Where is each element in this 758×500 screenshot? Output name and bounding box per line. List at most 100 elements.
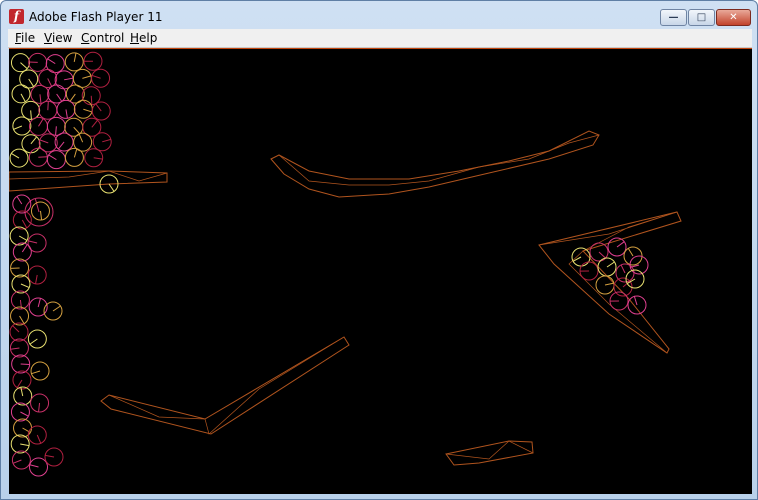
physics-ball-spoke	[52, 305, 61, 312]
physics-ball-spoke	[12, 459, 22, 464]
physics-ball-spoke	[93, 157, 103, 160]
physics-ball-spoke	[598, 251, 606, 259]
physics-ball-spoke	[13, 125, 23, 130]
physics-ball-spoke	[47, 78, 53, 87]
platform-curved-bowl-facets	[278, 134, 600, 186]
physics-ball-spoke	[69, 93, 76, 102]
minimize-button[interactable]: —	[660, 9, 687, 26]
physics-ball-spoke	[20, 411, 29, 417]
physics-ball-spoke	[78, 133, 84, 143]
physics-ball-spoke	[56, 93, 63, 102]
physics-ball-spoke	[38, 156, 48, 158]
menu-help[interactable]: Help	[130, 30, 157, 46]
physics-ball-spoke	[39, 139, 49, 144]
platform-curved-bowl	[270, 130, 600, 198]
close-icon: ✕	[729, 12, 738, 23]
physics-ball-spoke	[37, 298, 41, 308]
physics-ball-spoke	[35, 274, 38, 284]
close-button[interactable]: ✕	[716, 9, 751, 26]
platform-bottom-plank-facets	[445, 440, 534, 460]
physics-ball	[11, 274, 31, 294]
physics-ball	[56, 99, 76, 119]
physics-ball	[12, 370, 32, 390]
physics-ball-spoke	[16, 379, 23, 388]
physics-ball-spoke	[604, 282, 614, 286]
menu-help-accel: H	[130, 31, 140, 45]
flash-player-window: f Adobe Flash Player 11 — □ ✕ File View …	[0, 0, 758, 500]
physics-ball-spoke	[16, 196, 23, 205]
physics-ball-spoke	[620, 264, 626, 274]
physics-ball-spoke	[36, 434, 42, 444]
physics-ball-spoke	[20, 443, 30, 447]
physics-ball-spoke	[45, 454, 55, 458]
physics-ball-spoke	[20, 283, 30, 288]
physics-ball-spoke	[83, 108, 93, 113]
physics-ball	[10, 290, 30, 310]
menu-control[interactable]: Control	[81, 30, 124, 46]
physics-ball-spoke	[10, 347, 20, 350]
physics-ball-spoke	[38, 118, 44, 127]
physics-ball-spoke	[31, 370, 41, 375]
platform-right-wedge-facets	[538, 211, 678, 354]
physics-ball	[30, 393, 50, 413]
physics-ball-spoke	[11, 153, 20, 159]
physics-ball-spoke	[28, 78, 35, 87]
flash-stage[interactable]	[9, 48, 752, 494]
physics-ball-spoke	[64, 77, 74, 81]
physics-ball	[12, 116, 32, 136]
flash-player-icon[interactable]: f	[9, 9, 24, 24]
physics-ball	[27, 425, 47, 445]
physics-ball	[21, 100, 41, 120]
physics-ball-spoke	[627, 248, 634, 257]
physics-ball	[46, 150, 66, 170]
platform-right-wedge	[538, 211, 682, 354]
physics-ball-spoke	[606, 261, 615, 268]
physics-ball-spoke	[12, 325, 20, 333]
physics-ball-spoke	[29, 464, 39, 468]
physics-ball-spoke	[18, 235, 28, 241]
physics-ball	[84, 148, 104, 168]
menu-view[interactable]: View	[44, 30, 72, 46]
physics-ball-spoke	[55, 126, 57, 136]
platforms-layer	[9, 130, 682, 466]
physics-ball	[13, 418, 33, 438]
physics-ball-spoke	[21, 219, 28, 229]
physics-ball-spoke	[30, 136, 38, 145]
physics-ball-spoke	[108, 183, 115, 192]
menu-help-label: elp	[139, 31, 158, 45]
platform-bottom-plank	[445, 440, 534, 466]
physics-ball-spoke	[19, 315, 25, 324]
physics-ball-spoke	[633, 296, 638, 306]
physics-ball-spoke	[30, 110, 32, 120]
physics-ball-spoke	[38, 402, 41, 412]
menu-bar: File View Control Help	[8, 29, 752, 48]
maximize-icon: □	[696, 12, 707, 23]
physics-ball	[9, 226, 29, 246]
physics-ball-spoke	[47, 58, 56, 65]
physics-ball-spoke	[39, 210, 43, 220]
maximize-button[interactable]: □	[688, 9, 715, 26]
menu-view-accel: V	[44, 31, 52, 45]
physics-ball-spoke	[90, 95, 93, 105]
physics-ball-spoke	[91, 119, 98, 128]
physics-ball-spoke	[73, 148, 78, 158]
physics-ball-spoke	[73, 126, 81, 135]
physics-canvas	[9, 51, 682, 477]
physics-ball-spoke	[29, 338, 38, 345]
title-bar[interactable]: f Adobe Flash Player 11 — □ ✕	[1, 1, 757, 29]
physics-ball-spoke	[95, 103, 102, 112]
physics-ball-spoke	[34, 198, 40, 213]
physics-ball-spoke	[73, 52, 77, 62]
menu-file[interactable]: File	[15, 30, 35, 46]
physics-ball-spoke	[28, 240, 38, 244]
menu-view-label: iew	[51, 31, 73, 45]
physics-ball-spoke	[20, 62, 28, 70]
physics-ball-spoke	[48, 154, 57, 161]
physics-ball-spoke	[47, 101, 49, 111]
physics-ball-spoke	[102, 138, 112, 143]
physics-ball-spoke	[91, 74, 101, 79]
physics-ball-spoke	[616, 241, 625, 248]
menu-control-label: ontrol	[89, 31, 125, 45]
minimize-icon: —	[668, 12, 679, 23]
platform-v-ramp-facets	[108, 336, 345, 435]
